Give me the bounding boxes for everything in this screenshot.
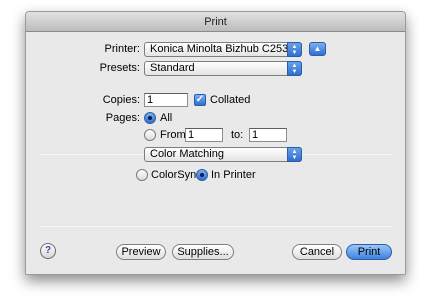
colorsync-label: ColorSync	[151, 169, 202, 181]
presets-value: Standard	[150, 62, 195, 74]
popup-arrows-icon: ▲ ▼	[287, 147, 302, 162]
cancel-button[interactable]: Cancel	[292, 244, 342, 260]
panel-value: Color Matching	[150, 148, 224, 160]
pages-from-radio[interactable]	[144, 129, 156, 141]
preview-button[interactable]: Preview	[116, 244, 166, 260]
pages-to-field[interactable]: 1	[249, 128, 287, 142]
popup-arrows-icon: ▲ ▼	[287, 61, 302, 76]
colorsync-radio[interactable]	[136, 169, 148, 181]
in-printer-radio[interactable]	[196, 169, 208, 181]
help-button[interactable]: ?	[40, 243, 56, 259]
window-title: Print	[26, 12, 405, 32]
print-dialog: Print Printer: Konica Minolta Bizhub C25…	[25, 11, 406, 275]
copies-field[interactable]: 1	[144, 93, 188, 107]
bottom-separator	[40, 226, 392, 227]
collated-checkbox[interactable]: ✓	[194, 94, 206, 106]
pages-label: Pages:	[105, 112, 140, 124]
copies-label: Copies:	[102, 94, 140, 106]
pages-to-label: to:	[231, 129, 244, 141]
printer-popup[interactable]: Konica Minolta Bizhub C253 ▲ ▼	[144, 42, 302, 57]
dialog-content: Printer: Konica Minolta Bizhub C253 ▲ ▼ ▲…	[26, 32, 405, 274]
in-printer-label: In Printer	[211, 169, 256, 181]
presets-label: Presets:	[99, 62, 140, 74]
disclosure-triangle-icon[interactable]: ▲	[309, 42, 326, 56]
supplies-button[interactable]: Supplies...	[172, 244, 234, 260]
pages-all-label: All	[160, 112, 173, 124]
collated-label: Collated	[210, 94, 251, 106]
printer-value: Konica Minolta Bizhub C253	[150, 43, 289, 55]
pages-from-field[interactable]: 1	[185, 128, 223, 142]
print-button[interactable]: Print	[346, 244, 392, 260]
panel-popup[interactable]: Color Matching ▲ ▼	[144, 147, 302, 162]
pages-all-radio[interactable]	[144, 112, 156, 124]
presets-popup[interactable]: Standard ▲ ▼	[144, 61, 302, 76]
popup-arrows-icon: ▲ ▼	[287, 42, 302, 57]
printer-label: Printer:	[104, 43, 140, 55]
